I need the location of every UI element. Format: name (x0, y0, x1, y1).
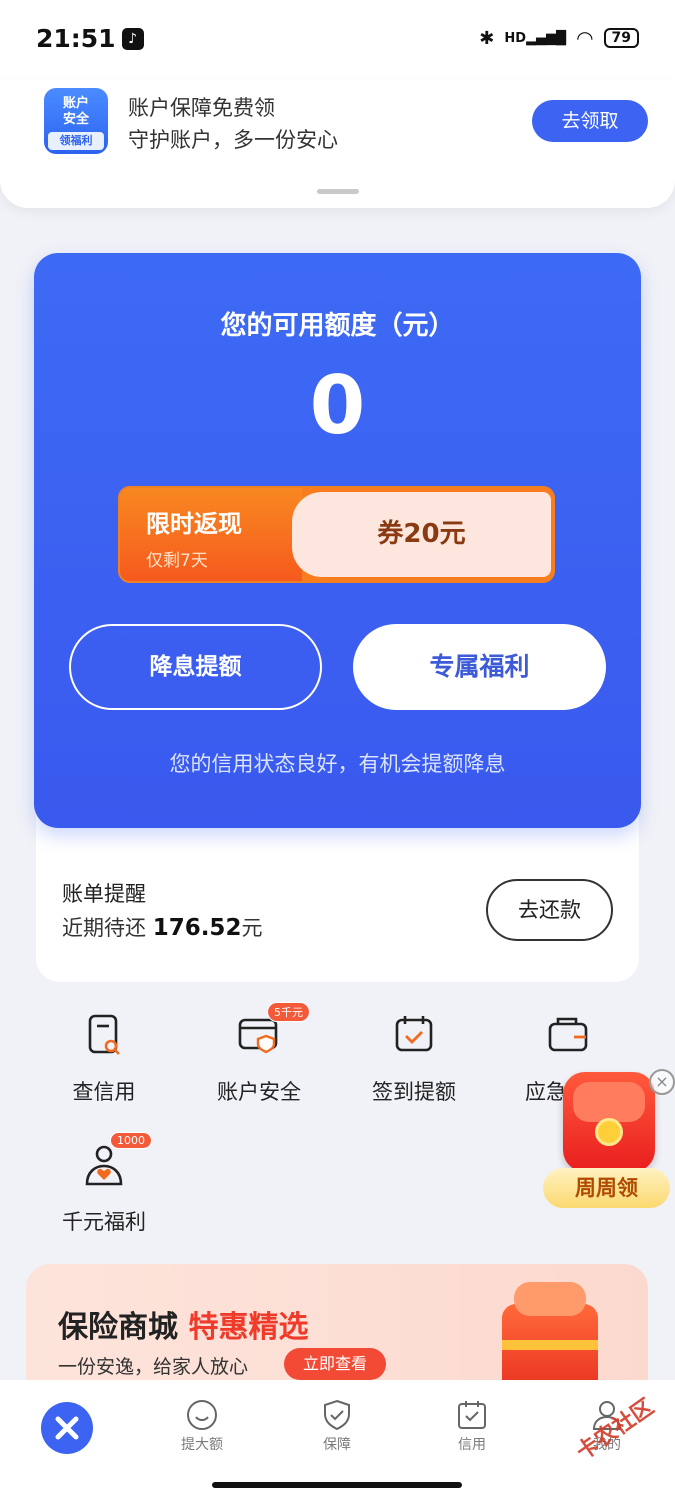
insurance-title: 保险商城 特惠精选 (58, 1302, 308, 1346)
envelope-coin (595, 1118, 623, 1146)
grid-item-thousand-benefit[interactable]: 1000 千元福利 (34, 1132, 174, 1236)
calendar-check-icon (395, 1016, 433, 1052)
wallet-icon (548, 1017, 588, 1052)
gift-top (514, 1282, 586, 1316)
drag-handle[interactable] (317, 189, 359, 194)
view-now-button[interactable]: 立即查看 (284, 1348, 386, 1380)
grid-badge: 1000 (110, 1132, 152, 1149)
nav-credit[interactable]: 信用 (422, 1398, 522, 1454)
grid-item-credit-check[interactable]: 查信用 (34, 1012, 174, 1106)
status-bar: 21:51 ♪ ✱ HD▂▄▆█ ◠ 79 (0, 0, 675, 80)
insurance-highlight: 特惠精选 (188, 1310, 309, 1345)
banner-subtitle: 守护账户，多一份安心 (128, 128, 338, 152)
home-logo-icon (55, 1416, 79, 1440)
calendar-icon (458, 1401, 486, 1429)
credit-limit-title: 您的可用额度（元） (220, 311, 455, 341)
claim-button[interactable]: 去领取 (532, 100, 648, 142)
bill-amount: 176.52 (152, 915, 242, 941)
wifi-icon: ◠ (576, 26, 594, 50)
tiktok-icon: ♪ (121, 27, 144, 50)
status-time: 21:51 ♪ (36, 24, 144, 53)
promo-days-left: 仅剩7天 (146, 551, 208, 571)
reduce-interest-button[interactable]: 降息提额 (69, 624, 322, 710)
time-text: 21:51 (36, 24, 116, 53)
icon-line1: 账户 (62, 96, 89, 111)
grid-label: 账户安全 (217, 1080, 301, 1104)
bill-summary: 近期待还 176.52元 (62, 912, 262, 942)
icon-line2: 安全 (62, 112, 89, 127)
nav-label: 提大额 (181, 1437, 223, 1453)
banner-title: 账户保障免费领 (128, 96, 275, 120)
bluetooth-icon: ✱ (479, 27, 495, 49)
grid-item-account-security[interactable]: 5千元 账户安全 (189, 1002, 329, 1106)
account-security-app-icon: 账户 安全 领福利 (44, 88, 108, 154)
status-icons: ✱ HD▂▄▆█ ◠ 79 (479, 26, 639, 50)
battery-icon: 79 (603, 28, 639, 48)
nav-label: 信用 (458, 1437, 486, 1453)
nav-home-button[interactable] (41, 1402, 93, 1454)
bill-prefix: 近期待还 (62, 916, 146, 940)
promo-coupon: 券20元 (377, 519, 466, 549)
weekly-claim-button[interactable]: 周周领 (543, 1168, 670, 1208)
grid-item-checkin[interactable]: 签到提额 (344, 1012, 484, 1106)
promo-label: 限时返现 (146, 510, 242, 538)
account-protection-banner[interactable]: 账户 安全 领福利 账户保障免费领 守护账户，多一份安心 去领取 (0, 80, 675, 208)
grid-label: 千元福利 (62, 1210, 146, 1234)
home-indicator[interactable] (212, 1482, 462, 1488)
nav-raise-limit[interactable]: 提大额 (152, 1398, 252, 1454)
envelope-lid (573, 1082, 645, 1122)
grid-badge: 5千元 (267, 1002, 310, 1022)
gift-band (502, 1340, 598, 1350)
credit-limit-card: 您的可用额度（元） 0 限时返现 仅剩7天 券20元 降息提额 专属福利 您的信… (34, 253, 641, 828)
bill-unit: 元 (241, 916, 263, 940)
insurance-subtitle: 一份安逸，给家人放心 (58, 1356, 249, 1378)
nav-protection[interactable]: 保障 (287, 1398, 387, 1454)
grid-label: 查信用 (72, 1080, 136, 1104)
cashback-promo[interactable]: 限时返现 仅剩7天 券20元 (118, 486, 555, 583)
insurance-title-main: 保险商城 (58, 1310, 178, 1345)
credit-check-icon (88, 1014, 120, 1055)
signal-icon: HD▂▄▆█ (504, 30, 567, 46)
icon-tag: 领福利 (48, 132, 104, 150)
credit-limit-amount: 0 (309, 359, 366, 452)
grid-label: 签到提额 (372, 1080, 456, 1104)
smile-icon (187, 1400, 217, 1430)
network-label: HD (504, 30, 527, 46)
bill-title: 账单提醒 (62, 882, 146, 906)
exclusive-benefits-button[interactable]: 专属福利 (353, 624, 606, 710)
credit-status-note: 您的信用状态良好，有机会提额降息 (169, 752, 506, 776)
red-envelope-image[interactable] (563, 1072, 655, 1172)
repay-button[interactable]: 去还款 (486, 879, 613, 941)
close-icon[interactable]: × (649, 1069, 675, 1095)
shield-icon (324, 1399, 350, 1431)
nav-label: 保障 (323, 1437, 351, 1453)
